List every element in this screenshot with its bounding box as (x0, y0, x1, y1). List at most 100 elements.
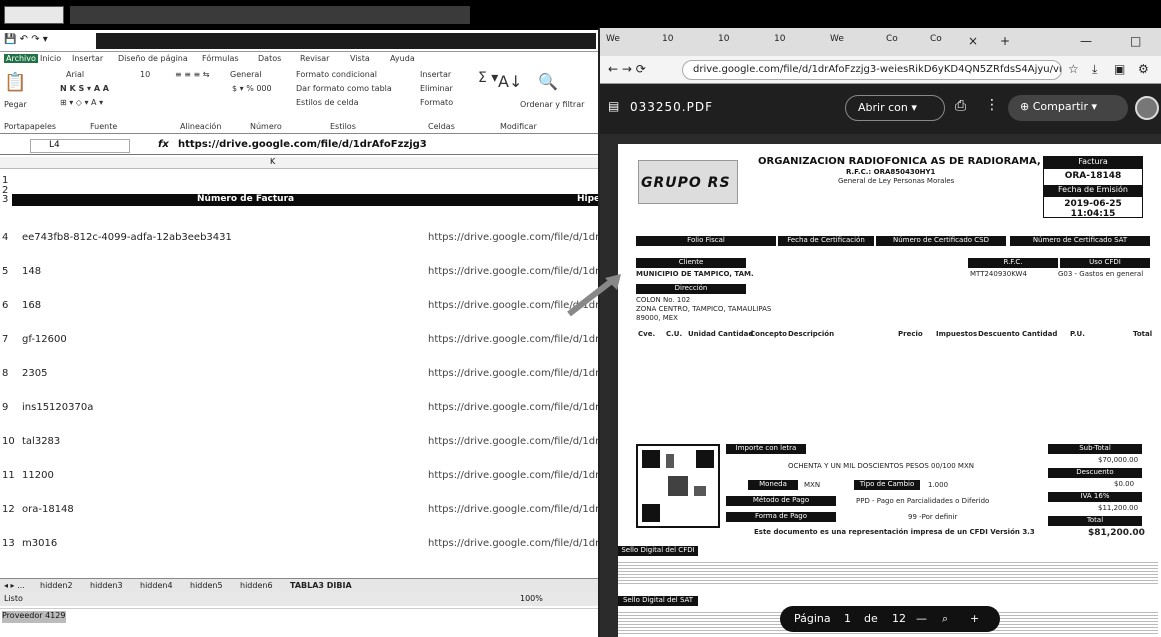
zoom-out-button[interactable]: — (916, 612, 927, 625)
descuento-label: Descuento (1048, 468, 1142, 478)
delete-cells-button[interactable]: Eliminar (420, 84, 453, 93)
row-number[interactable]: 10 (2, 436, 15, 447)
invoice-number-cell[interactable]: 2305 (22, 368, 47, 379)
sheet-tab[interactable]: hidden4 (140, 581, 173, 590)
tab-inicio[interactable]: Inicio (40, 54, 61, 63)
sheet-tab[interactable]: hidden2 (40, 581, 73, 590)
sheet-tab[interactable]: hidden6 (240, 581, 273, 590)
print-icon[interactable]: ⎙ (955, 98, 966, 114)
maximize-icon[interactable]: □ (1130, 34, 1141, 52)
url-input[interactable]: drive.google.com/file/d/1drAfoFzzjg3-wei… (682, 60, 1062, 80)
pdf-filename: 033250.PDF (630, 100, 714, 114)
sheet-tab[interactable]: hidden3 (90, 581, 123, 590)
group-portapapeles: Portapapeles (4, 122, 57, 131)
row-number[interactable]: 9 (2, 402, 8, 413)
back-forward-reload-icons[interactable]: ← → ⟳ (608, 62, 646, 76)
download-icon[interactable]: ⤓ (1092, 62, 1097, 77)
pdf-toolbar: ▤ 033250.PDF Abrir con ▾ ⎙ ⋮ ⊕ Compartir… (600, 84, 1161, 134)
number-format-select[interactable]: General (230, 70, 262, 79)
font-size-select[interactable]: 10 (140, 70, 150, 79)
font-select[interactable]: Arial (66, 70, 84, 79)
header-numero-factura[interactable]: Número de Factura (197, 194, 294, 204)
find-icon[interactable]: 🔍 (538, 72, 558, 91)
sort-filter-button[interactable]: Ordenar y filtrar (520, 100, 584, 109)
bookmark-star-icon[interactable]: ☆ (1068, 62, 1079, 76)
format-table-button[interactable]: Dar formato como tabla (296, 84, 392, 93)
invoice-number-cell[interactable]: 168 (22, 300, 41, 311)
name-box[interactable]: L4 (30, 139, 130, 153)
save-icon[interactable]: 💾 ↶ ↷ ▾ (4, 34, 48, 45)
tab-revisar[interactable]: Revisar (300, 54, 329, 63)
tab-vista[interactable]: Vista (350, 54, 370, 63)
row-number[interactable]: 11 (2, 470, 15, 481)
chrome-tab[interactable]: Co (886, 34, 898, 52)
zoom-icon[interactable]: ⌕ (942, 612, 948, 626)
sheet-tab[interactable]: hidden5 (190, 581, 223, 590)
zoom-in-button[interactable]: + (970, 612, 979, 625)
open-with-button[interactable]: Abrir con ▾ (845, 95, 945, 121)
zoom-level[interactable]: 100% (520, 594, 543, 603)
share-button[interactable]: ⊕ Compartir ▾ (1008, 95, 1128, 121)
chrome-tab[interactable]: Co (930, 34, 942, 52)
row-number[interactable]: 8 (2, 368, 8, 379)
moneda-value: MXN (804, 481, 821, 489)
sheet-nav-icon[interactable]: ◂ ▸ ... (4, 581, 25, 590)
tab-datos[interactable]: Datos (258, 54, 281, 63)
colonia-value: ZONA CENTRO, TAMPICO, TAMAULIPAS (636, 305, 772, 313)
page-current[interactable]: 1 (844, 612, 851, 625)
chrome-tab[interactable]: We (606, 34, 620, 52)
invoice-number-cell[interactable]: gf-12600 (22, 334, 67, 345)
format-cells-button[interactable]: Formato (420, 98, 453, 107)
invoice-number-cell[interactable]: ins15120370a (22, 402, 93, 413)
concept-column-header: Descuento (978, 330, 1020, 338)
align-buttons[interactable]: ≡ ≡ ≡ ⇆ (175, 70, 209, 79)
paste-button[interactable]: Pegar (4, 100, 27, 109)
page-total: 12 (892, 612, 906, 625)
conditional-format-button[interactable]: Formato condicional (296, 70, 377, 79)
sheet-tab-active[interactable]: TABLA3 DIBIA (290, 581, 352, 590)
row-number[interactable]: 7 (2, 334, 8, 345)
invoice-number-cell[interactable]: ee743fb8-812c-4099-adfa-12ab3eeb3431 (22, 232, 232, 243)
close-tab-icon[interactable]: × (968, 34, 978, 52)
invoice-number-cell[interactable]: 148 (22, 266, 41, 277)
fx-icon[interactable]: fx (158, 139, 169, 150)
sort-filter-icon[interactable]: A↓ (498, 72, 522, 91)
row-number[interactable]: 3 (2, 194, 8, 205)
chrome-tab[interactable]: 10 (774, 34, 785, 52)
tab-insertar[interactable]: Insertar (72, 54, 103, 63)
column-header-k[interactable]: K (270, 157, 275, 166)
chrome-tab[interactable]: We (830, 34, 844, 52)
invoice-number-cell[interactable]: m3016 (22, 538, 57, 549)
chrome-tab[interactable]: 10 (662, 34, 673, 52)
row-number[interactable]: 12 (2, 504, 15, 515)
tab-diseno[interactable]: Diseño de página (118, 54, 188, 63)
new-tab-icon[interactable]: + (1000, 34, 1010, 52)
insert-cells-button[interactable]: Insertar (420, 70, 451, 79)
tab-ayuda[interactable]: Ayuda (390, 54, 415, 63)
bold-button[interactable]: N K S ▾ A A (60, 84, 109, 93)
tab-formulas[interactable]: Fórmulas (202, 54, 239, 63)
minimize-icon[interactable]: — (1080, 34, 1092, 52)
taskbar-item[interactable]: Proveedor 4129 (2, 611, 66, 623)
chrome-tab[interactable]: 10 (718, 34, 729, 52)
currency-button[interactable]: $ ▾ % 000 (232, 84, 272, 93)
invoice-number-cell[interactable]: ora-18148 (22, 504, 74, 515)
formula-input[interactable]: https://drive.google.com/file/d/1drAfoFz… (178, 139, 427, 150)
invoice-number-cell[interactable]: 11200 (22, 470, 54, 481)
invoice-number-cell[interactable]: tal3283 (22, 436, 60, 447)
avatar[interactable] (1135, 96, 1159, 120)
settings-icon[interactable]: ⚙ (1138, 62, 1149, 76)
more-options-icon[interactable]: ⋮ (985, 97, 999, 113)
row-number[interactable]: 13 (2, 538, 15, 549)
num-cert-sat-label: Número de Certificado SAT (1010, 236, 1150, 246)
tab-archivo[interactable]: Archivo (4, 54, 38, 63)
sum-icon[interactable]: Σ ▾ (478, 70, 498, 86)
fill-color-button[interactable]: ⊞ ▾ ◇ ▾ A ▾ (60, 98, 103, 107)
paste-icon[interactable]: 📋 (4, 72, 26, 93)
excel-app-icon[interactable] (4, 6, 64, 24)
row-number[interactable]: 4 (2, 232, 8, 243)
row-number[interactable]: 5 (2, 266, 8, 277)
cell-styles-button[interactable]: Estilos de celda (296, 98, 358, 107)
tabs-icon[interactable]: ▣ (1114, 62, 1125, 76)
row-number[interactable]: 6 (2, 300, 8, 311)
